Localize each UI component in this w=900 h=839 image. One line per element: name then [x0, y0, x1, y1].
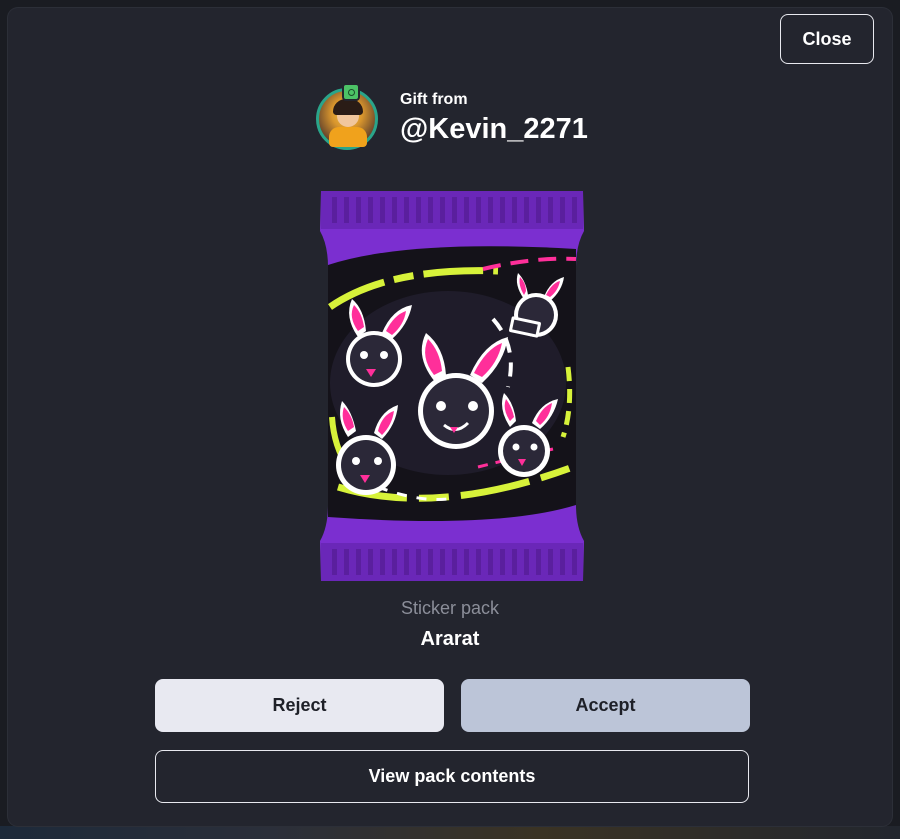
- pack-name: Ararat: [420, 628, 480, 650]
- sender-text: Gift from @Kevin_2271: [400, 91, 588, 147]
- view-pack-contents-button[interactable]: View pack contents: [155, 750, 749, 803]
- pack-type-label: Sticker pack: [400, 598, 500, 618]
- sender-avatar[interactable]: [316, 83, 378, 150]
- avatar-badge-icon: [342, 83, 360, 101]
- accept-button[interactable]: Accept: [461, 679, 750, 732]
- sticker-pack-art-icon: [320, 191, 584, 581]
- reject-button[interactable]: Reject: [155, 679, 444, 732]
- avatar-hair: [333, 99, 363, 115]
- gift-from-label: Gift from: [400, 91, 468, 108]
- avatar-shirt: [329, 127, 367, 147]
- gift-sender: Gift from @Kevin_2271: [316, 83, 588, 150]
- close-button[interactable]: Close: [780, 14, 874, 64]
- background-content-strip: [0, 826, 900, 839]
- sender-username[interactable]: @Kevin_2271: [400, 111, 588, 147]
